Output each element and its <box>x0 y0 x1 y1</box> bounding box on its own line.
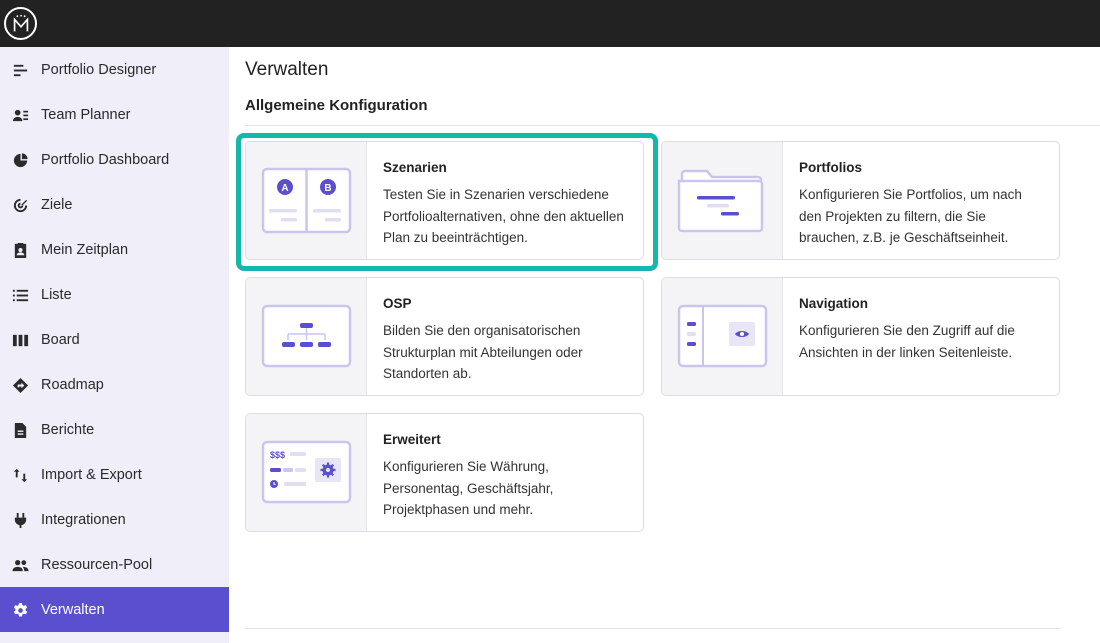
sidebar: Portfolio Designer Team Planner Portfoli… <box>0 47 229 643</box>
target-icon <box>11 196 29 214</box>
team-planner-icon <box>11 106 29 124</box>
sidebar-item-liste[interactable]: Liste <box>0 272 229 317</box>
scenario-a-label: A <box>281 183 288 194</box>
sidebar-item-team-planner[interactable]: Team Planner <box>0 92 229 137</box>
report-icon <box>11 421 29 439</box>
card-title: OSP <box>383 296 412 311</box>
sidebar-item-label: Ziele <box>41 196 73 213</box>
sidebar-item-board[interactable]: Board <box>0 317 229 362</box>
folder-illustration <box>662 142 783 259</box>
advanced-illustration: $$$ <box>246 414 367 531</box>
card-title: Navigation <box>799 296 869 311</box>
card-description: Konfigurieren Sie den Zugriff auf die An… <box>799 323 1015 360</box>
badge-icon <box>11 241 29 259</box>
gear-icon <box>11 601 29 619</box>
divider <box>245 628 1061 629</box>
sidebar-item-label: Berichte <box>41 421 95 438</box>
card-portfolios[interactable]: Portfolios Konfigurieren Sie Portfolios,… <box>661 141 1060 260</box>
currency-label: $$$ <box>270 450 285 460</box>
card-description: Konfigurieren Sie Währung, Personentag, … <box>383 459 554 517</box>
sidebar-item-label: Board <box>41 331 80 348</box>
sidebar-item-ressourcen-pool[interactable]: Ressourcen-Pool <box>0 542 229 587</box>
meisterplan-logo-icon[interactable] <box>4 7 37 40</box>
card-title: Portfolios <box>799 160 862 175</box>
portfolio-designer-icon <box>11 61 29 79</box>
sidebar-item-roadmap[interactable]: Roadmap <box>0 362 229 407</box>
sidebar-item-mein-zeitplan[interactable]: Mein Zeitplan <box>0 227 229 272</box>
sidebar-item-label: Import & Export <box>41 466 142 483</box>
card-erweitert[interactable]: $$$ Erweitert Konfigurieren Sie Währung,… <box>245 413 644 532</box>
card-osp[interactable]: OSP Bilden Sie den organisatorischen Str… <box>245 277 644 396</box>
sidebar-item-portfolio-dashboard[interactable]: Portfolio Dashboard <box>0 137 229 182</box>
sidebar-item-label: Team Planner <box>41 106 131 123</box>
section-title: Allgemeine Konfiguration <box>245 97 428 114</box>
divider <box>245 125 1100 126</box>
sidebar-item-import-export[interactable]: Import & Export <box>0 452 229 497</box>
sidebar-item-integrationen[interactable]: Integrationen <box>0 497 229 542</box>
card-description: Testen Sie in Szenarien verschiedene Por… <box>383 187 624 245</box>
sidebar-item-ziele[interactable]: Ziele <box>0 182 229 227</box>
sidebar-item-label: Verwalten <box>41 601 105 618</box>
page-title: Verwalten <box>245 59 329 80</box>
sidebar-item-verwalten[interactable]: Verwalten <box>0 587 229 632</box>
list-icon <box>11 286 29 304</box>
card-description: Bilden Sie den organisatorischen Struktu… <box>383 323 583 381</box>
card-description: Konfigurieren Sie Portfolios, um nach de… <box>799 187 1022 245</box>
card-title: Szenarien <box>383 160 447 175</box>
roadmap-icon <box>11 376 29 394</box>
sidebar-item-portfolio-designer[interactable]: Portfolio Designer <box>0 47 229 92</box>
dashboard-icon <box>11 151 29 169</box>
sidebar-item-label: Portfolio Dashboard <box>41 151 170 168</box>
sidebar-item-label: Mein Zeitplan <box>41 241 129 258</box>
sidebar-item-berichte[interactable]: Berichte <box>0 407 229 452</box>
sidebar-item-label: Portfolio Designer <box>41 61 157 78</box>
import-export-icon <box>11 466 29 484</box>
sidebar-item-label: Ressourcen-Pool <box>41 556 153 573</box>
org-chart-illustration <box>246 278 367 395</box>
scenario-b-label: B <box>324 183 331 194</box>
sidebar-item-label: Roadmap <box>41 376 104 393</box>
scenarios-illustration: A B <box>246 142 367 259</box>
sidebar-item-label: Liste <box>41 286 72 303</box>
navigation-illustration <box>662 278 783 395</box>
plug-icon <box>11 511 29 529</box>
people-icon <box>11 556 29 574</box>
card-title: Erweitert <box>383 432 441 447</box>
card-navigation[interactable]: Navigation Konfigurieren Sie den Zugriff… <box>661 277 1060 396</box>
top-bar <box>0 0 1100 47</box>
board-icon <box>11 331 29 349</box>
card-szenarien[interactable]: A B Szenarien Testen Sie in Szenarien ve… <box>245 141 644 260</box>
sidebar-item-label: Integrationen <box>41 511 126 528</box>
